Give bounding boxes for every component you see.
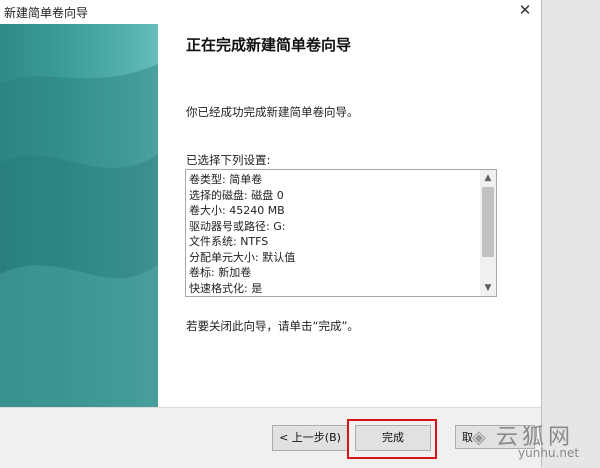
list-item: 分配单元大小: 默认值: [189, 250, 296, 264]
close-hint: 若要关闭此向导，请单击“完成”。: [186, 319, 359, 333]
back-button[interactable]: < 上一步(B): [272, 425, 348, 451]
scroll-down-button[interactable]: ▼: [480, 280, 496, 296]
title-bar: 新建简单卷向导 ✕: [0, 0, 541, 24]
fox-icon: ◈: [472, 427, 486, 448]
settings-list-box[interactable]: 卷类型: 简单卷 选择的磁盘: 磁盘 0 卷大小: 45240 MB 驱动器号或…: [185, 169, 497, 297]
list-item: 驱动器号或路径: G:: [189, 219, 286, 233]
page-title: 正在完成新建简单卷向导: [186, 36, 352, 54]
success-message: 你已经成功完成新建简单卷向导。: [186, 105, 359, 119]
scrollbar-thumb[interactable]: [482, 187, 494, 257]
wizard-side-banner: [0, 24, 158, 407]
chevron-down-icon: ▼: [484, 283, 492, 293]
wizard-window: 新建简单卷向导 ✕ 正在完成新建简单卷向导 你已经成功完成新建简单卷向导。 已选…: [0, 0, 542, 468]
scroll-up-button[interactable]: ▲: [480, 170, 496, 186]
list-item: 卷类型: 简单卷: [189, 173, 263, 186]
list-item: 快速格式化: 是: [189, 281, 263, 295]
window-title: 新建简单卷向导: [4, 6, 89, 20]
wizard-content: 正在完成新建简单卷向导 你已经成功完成新建简单卷向导。 已选择下列设置: 卷类型…: [158, 24, 541, 407]
banner-wave-graphic: [0, 64, 158, 407]
button-bar: < 上一步(B) 完成 取: [0, 407, 541, 468]
list-item: 卷标: 新加卷: [189, 266, 252, 279]
chevron-up-icon: ▲: [484, 173, 492, 183]
close-button[interactable]: ✕: [511, 0, 539, 22]
watermark-url: yunhu.net: [518, 446, 580, 460]
list-item: 卷大小: 45240 MB: [189, 204, 285, 217]
finish-button-highlight: [347, 419, 437, 459]
vertical-scrollbar[interactable]: ▲ ▼: [480, 170, 496, 296]
list-item: 文件系统: NTFS: [189, 235, 269, 248]
site-watermark: ◈ 云狐网 yunhu.net: [468, 417, 598, 467]
settings-label: 已选择下列设置:: [186, 153, 271, 167]
list-item: 选择的磁盘: 磁盘 0: [189, 188, 284, 202]
close-icon: ✕: [518, 1, 532, 19]
